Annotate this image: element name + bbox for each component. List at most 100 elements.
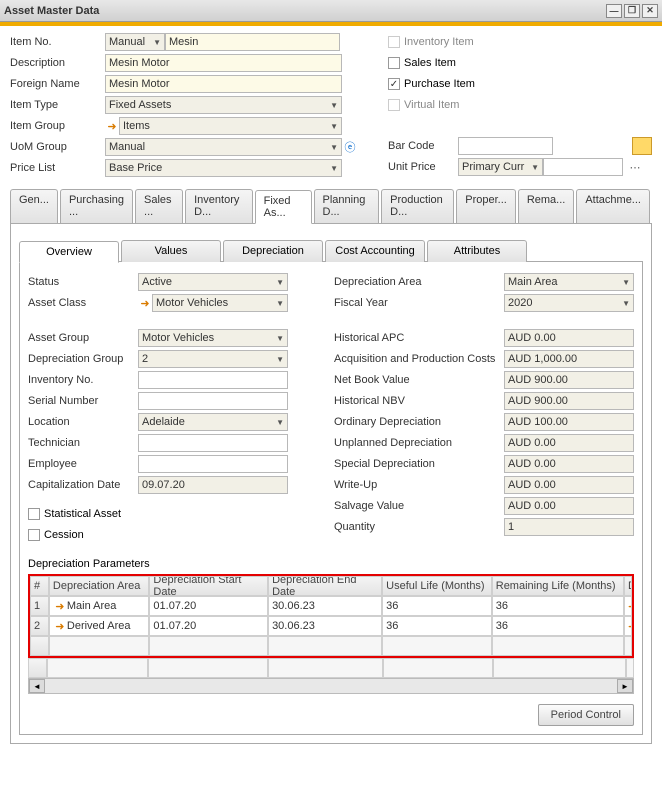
table-row[interactable]: 2 ➜Derived Area 01.07.20 30.06.23 36 36 … bbox=[30, 616, 632, 636]
subtab-depreciation[interactable]: Depreciation bbox=[223, 240, 323, 262]
subtab-cost-accounting[interactable]: Cost Accounting bbox=[325, 240, 425, 262]
foreign-name-field[interactable]: Mesin Motor bbox=[105, 75, 342, 93]
item-no-mode[interactable]: Manual bbox=[105, 33, 165, 51]
link-arrow-icon[interactable]: ➜ bbox=[53, 619, 67, 633]
depr-area-field[interactable]: Main Area bbox=[504, 273, 634, 291]
table-row bbox=[28, 658, 634, 678]
purchase-item-checkbox[interactable] bbox=[388, 78, 400, 90]
quantity-label: Quantity bbox=[334, 521, 504, 533]
uom-details-icon[interactable]: ⓔ bbox=[342, 139, 358, 155]
tab-general[interactable]: Gen... bbox=[10, 189, 58, 223]
col-useful-life[interactable]: Useful Life (Months) bbox=[382, 576, 492, 596]
price-list-field[interactable]: Base Price bbox=[105, 159, 342, 177]
tab-attachments[interactable]: Attachme... bbox=[576, 189, 650, 223]
tab-purchasing[interactable]: Purchasing ... bbox=[60, 189, 133, 223]
item-type-field[interactable]: Fixed Assets bbox=[105, 96, 342, 114]
inventory-no-label: Inventory No. bbox=[28, 374, 138, 386]
cession-checkbox[interactable] bbox=[28, 529, 40, 541]
scroll-left-button[interactable]: ◄ bbox=[29, 679, 45, 693]
location-label: Location bbox=[28, 416, 138, 428]
window-title: Asset Master Data bbox=[4, 5, 99, 17]
table-row[interactable]: 1 ➜Main Area 01.07.20 30.06.23 36 36 ➜De… bbox=[30, 596, 632, 616]
depr-group-field[interactable]: 2 bbox=[138, 350, 288, 368]
scroll-right-button[interactable]: ► bbox=[617, 679, 633, 693]
tab-properties[interactable]: Proper... bbox=[456, 189, 516, 223]
historical-apc-label: Historical APC bbox=[334, 332, 504, 344]
unit-price-details-icon[interactable]: ⋯ bbox=[627, 161, 643, 174]
horizontal-scrollbar[interactable]: ◄ ► bbox=[28, 678, 634, 694]
tab-sales[interactable]: Sales ... bbox=[135, 189, 183, 223]
col-num[interactable]: # bbox=[30, 576, 49, 596]
tab-planning[interactable]: Planning D... bbox=[314, 189, 380, 223]
period-control-button[interactable]: Period Control bbox=[538, 704, 634, 726]
sub-tabs: Overview Values Depreciation Cost Accoun… bbox=[19, 240, 643, 262]
item-no-field[interactable]: Mesin bbox=[165, 33, 340, 51]
subtab-attributes[interactable]: Attributes bbox=[427, 240, 527, 262]
uom-group-field[interactable]: Manual bbox=[105, 138, 342, 156]
cell-end: 30.06.23 bbox=[268, 596, 382, 616]
cell-remain: 36 bbox=[492, 616, 624, 636]
historical-nbv-label: Historical NBV bbox=[334, 395, 504, 407]
barcode-lookup-button[interactable] bbox=[632, 137, 652, 155]
price-list-label: Price List bbox=[10, 162, 105, 174]
link-arrow-icon[interactable]: ➜ bbox=[53, 599, 67, 613]
nbv-field: AUD 900.00 bbox=[504, 371, 634, 389]
tab-production[interactable]: Production D... bbox=[381, 189, 454, 223]
tab-inventory[interactable]: Inventory D... bbox=[185, 189, 253, 223]
status-label: Status bbox=[28, 276, 138, 288]
employee-field[interactable] bbox=[138, 455, 288, 473]
description-field[interactable]: Mesin Motor bbox=[105, 54, 342, 72]
location-field[interactable]: Adelaide bbox=[138, 413, 288, 431]
special-depr-field: AUD 0.00 bbox=[504, 455, 634, 473]
uom-group-label: UoM Group bbox=[10, 141, 105, 153]
quantity-field: 1 bbox=[504, 518, 634, 536]
asset-class-field[interactable]: Motor Vehicles bbox=[152, 294, 288, 312]
subtab-values[interactable]: Values bbox=[121, 240, 221, 262]
writeup-label: Write-Up bbox=[334, 479, 504, 491]
link-arrow-icon[interactable]: ➜ bbox=[628, 599, 632, 613]
cell-depr: ➜Declin bbox=[624, 596, 632, 616]
cap-date-label: Capitalization Date bbox=[28, 479, 138, 491]
col-area[interactable]: Depreciation Area bbox=[49, 576, 150, 596]
status-field[interactable]: Active bbox=[138, 273, 288, 291]
barcode-field[interactable] bbox=[458, 137, 553, 155]
apc-field: AUD 1,000.00 bbox=[504, 350, 634, 368]
minimize-button[interactable]: — bbox=[606, 4, 622, 18]
close-button[interactable]: ✕ bbox=[642, 4, 658, 18]
fiscal-year-field[interactable]: 2020 bbox=[504, 294, 634, 312]
serial-number-field[interactable] bbox=[138, 392, 288, 410]
item-group-field[interactable]: Items bbox=[119, 117, 342, 135]
statistical-asset-checkbox[interactable] bbox=[28, 508, 40, 520]
sales-item-checkbox[interactable] bbox=[388, 57, 400, 69]
col-end[interactable]: Depreciation End Date bbox=[268, 576, 382, 596]
barcode-label: Bar Code bbox=[388, 140, 458, 152]
cession-label: Cession bbox=[44, 529, 84, 541]
writeup-field: AUD 0.00 bbox=[504, 476, 634, 494]
maximize-button[interactable]: ❐ bbox=[624, 4, 640, 18]
col-start[interactable]: Depreciation Start Date bbox=[149, 576, 268, 596]
link-arrow-icon[interactable]: ➜ bbox=[628, 619, 632, 633]
inventory-no-field[interactable] bbox=[138, 371, 288, 389]
unit-price-field[interactable] bbox=[543, 158, 623, 176]
col-remaining-life[interactable]: Remaining Life (Months) bbox=[492, 576, 624, 596]
employee-label: Employee bbox=[28, 458, 138, 470]
item-no-label: Item No. bbox=[10, 36, 105, 48]
depr-params-table: # Depreciation Area Depreciation Start D… bbox=[28, 574, 634, 658]
depr-group-label: Depreciation Group bbox=[28, 353, 138, 365]
asset-group-field[interactable]: Motor Vehicles bbox=[138, 329, 288, 347]
technician-field[interactable] bbox=[138, 434, 288, 452]
unit-price-currency[interactable]: Primary Curr bbox=[458, 158, 543, 176]
link-arrow-icon[interactable]: ➜ bbox=[105, 119, 119, 133]
asset-group-label: Asset Group bbox=[28, 332, 138, 344]
tab-remarks[interactable]: Rema... bbox=[518, 189, 575, 223]
cap-date-field[interactable]: 09.07.20 bbox=[138, 476, 288, 494]
col-depr-type[interactable]: Depr... bbox=[624, 576, 632, 596]
subtab-overview[interactable]: Overview bbox=[19, 241, 119, 263]
serial-number-label: Serial Number bbox=[28, 395, 138, 407]
link-arrow-icon[interactable]: ➜ bbox=[138, 296, 152, 310]
cell-depr: ➜Declin bbox=[624, 616, 632, 636]
tab-fixed-assets[interactable]: Fixed As... bbox=[255, 190, 312, 224]
cell-end: 30.06.23 bbox=[268, 616, 382, 636]
depr-params-title: Depreciation Parameters bbox=[28, 558, 634, 570]
depr-area-label: Depreciation Area bbox=[334, 276, 504, 288]
